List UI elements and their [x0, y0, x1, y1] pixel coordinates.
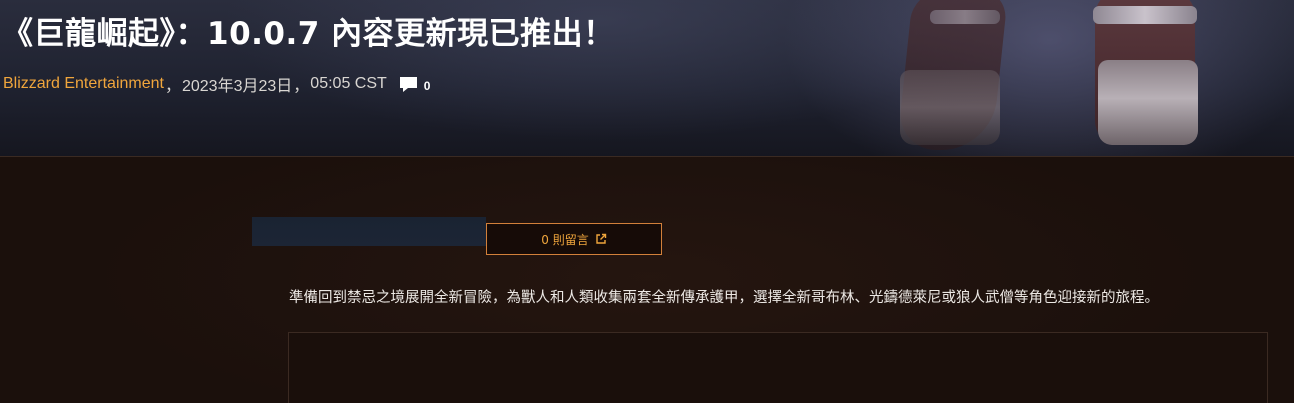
- article-title: 《巨龍崛起》：10.0.7 內容更新現已推出！: [2, 16, 615, 52]
- external-link-icon: [595, 233, 607, 245]
- comment-count[interactable]: 0: [424, 79, 431, 93]
- meta-separator: ，: [164, 78, 181, 95]
- comments-button-label: 0 則留言: [541, 232, 589, 247]
- hero-banner: 《巨龍崛起》：10.0.7 內容更新現已推出！ Blizzard Enterta…: [0, 0, 1294, 157]
- article-meta: Blizzard Entertainment ， 2023年3月23日 ， 05…: [3, 73, 430, 95]
- comments-button[interactable]: 0 則留言: [486, 223, 662, 255]
- meta-separator: ，: [293, 78, 310, 95]
- author-link[interactable]: Blizzard Entertainment: [3, 75, 164, 93]
- publish-time: 05:05 CST: [310, 75, 387, 92]
- comment-bubble-icon[interactable]: [399, 75, 418, 94]
- article-intro: 準備回到禁忌之境展開全新冒險，為獸人和人類收集兩套全新傳承護甲，選擇全新哥布林、…: [289, 290, 1159, 306]
- article-page: 《巨龍崛起》：10.0.7 內容更新現已推出！ Blizzard Enterta…: [0, 0, 1294, 403]
- share-bar: [252, 217, 486, 246]
- hero-art-hoof-left: [900, 70, 1000, 145]
- hero-art-hoof-right: [1098, 60, 1198, 145]
- publish-date: 2023年3月23日: [181, 78, 293, 95]
- media-embed-frame[interactable]: [288, 332, 1268, 403]
- hero-art-band-right: [1093, 6, 1197, 24]
- hero-art-band-left: [930, 10, 1000, 24]
